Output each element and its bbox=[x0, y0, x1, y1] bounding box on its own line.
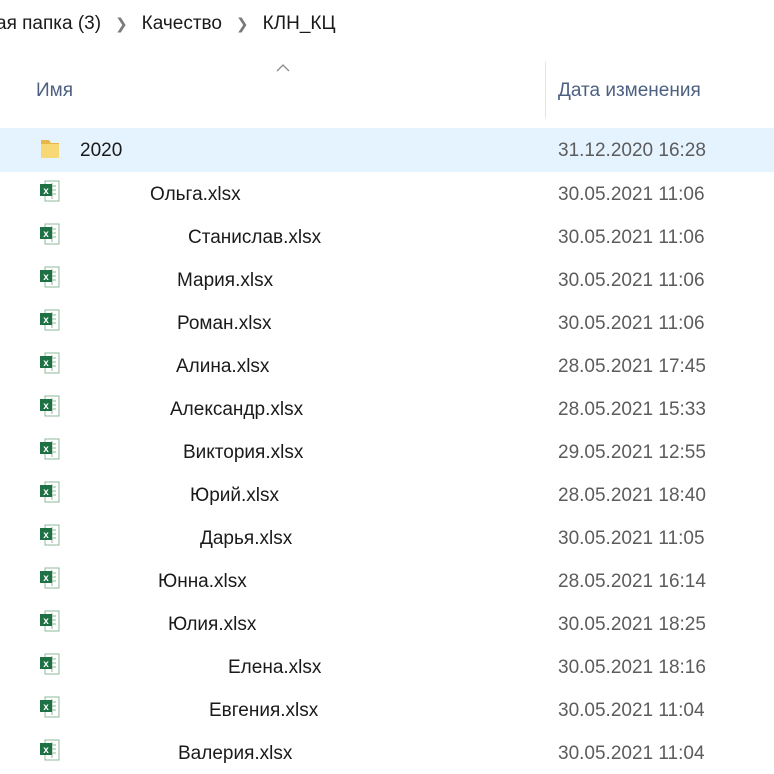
modified-date: 30.05.2021 18:25 bbox=[558, 614, 706, 635]
file-name: Дарья.xlsx bbox=[200, 528, 293, 549]
file-list: 2020 31.12.2020 16:28 x Ольга.xlsx 30.05.202… bbox=[0, 128, 774, 774]
svg-text:x: x bbox=[43, 530, 49, 541]
file-row[interactable]: x Ольга.xlsx 30.05.2021 11:06 bbox=[0, 172, 774, 215]
modified-date: 29.05.2021 12:55 bbox=[558, 442, 706, 463]
file-name: Валерия.xlsx bbox=[178, 743, 293, 764]
modified-date: 30.05.2021 11:06 bbox=[558, 184, 705, 205]
excel-file-icon: x bbox=[36, 651, 64, 679]
excel-file-icon: x bbox=[36, 737, 64, 765]
excel-file-icon: x bbox=[36, 694, 64, 722]
file-row[interactable]: x Юнна.xlsx 28.05.2021 16:14 bbox=[0, 559, 774, 602]
svg-text:x: x bbox=[43, 358, 49, 369]
svg-text:x: x bbox=[43, 659, 49, 670]
column-divider[interactable] bbox=[545, 62, 546, 118]
svg-text:x: x bbox=[43, 745, 49, 756]
excel-file-icon: x bbox=[36, 608, 64, 636]
file-name: Мария.xlsx bbox=[177, 270, 274, 291]
file-name: Евгения.xlsx bbox=[209, 700, 319, 721]
file-row[interactable]: x Елена.xlsx 30.05.2021 18:16 bbox=[0, 645, 774, 688]
file-name: Юлия.xlsx bbox=[168, 614, 257, 635]
file-name: Ольга.xlsx bbox=[150, 184, 241, 205]
file-row[interactable]: x Евгения.xlsx 30.05.2021 11:04 bbox=[0, 688, 774, 731]
file-name: Елена.xlsx bbox=[228, 657, 322, 678]
column-header-date[interactable]: Дата изменения bbox=[558, 80, 701, 102]
file-name: Алина.xlsx bbox=[176, 356, 270, 377]
file-name: Роман.xlsx bbox=[177, 313, 272, 334]
svg-text:x: x bbox=[43, 573, 49, 584]
file-row[interactable]: x Мария.xlsx 30.05.2021 11:06 bbox=[0, 258, 774, 301]
excel-file-icon: x bbox=[36, 264, 64, 292]
file-name: Александр.xlsx bbox=[170, 399, 304, 420]
svg-text:x: x bbox=[43, 401, 49, 412]
file-name: Юрий.xlsx bbox=[190, 485, 279, 506]
file-name: Станислав.xlsx bbox=[188, 227, 322, 248]
excel-file-icon: x bbox=[36, 393, 64, 421]
modified-date: 30.05.2021 11:06 bbox=[558, 313, 705, 334]
file-row[interactable]: x Юрий.xlsx 28.05.2021 18:40 bbox=[0, 473, 774, 516]
column-header: Имя Дата изменения bbox=[0, 62, 774, 118]
breadcrumb-item[interactable]: КЛН_КЦ bbox=[261, 13, 338, 35]
file-row[interactable]: x Роман.xlsx 30.05.2021 11:06 bbox=[0, 301, 774, 344]
file-row[interactable]: x Дарья.xlsx 30.05.2021 11:05 bbox=[0, 516, 774, 559]
file-name: Виктория.xlsx bbox=[183, 442, 304, 463]
breadcrumb-item[interactable]: Качество bbox=[140, 13, 224, 35]
modified-date: 30.05.2021 11:05 bbox=[558, 528, 705, 549]
excel-file-icon: x bbox=[36, 565, 64, 593]
file-row[interactable]: x Юлия.xlsx 30.05.2021 18:25 bbox=[0, 602, 774, 645]
sort-ascending-icon bbox=[276, 64, 290, 72]
excel-file-icon: x bbox=[36, 522, 64, 550]
modified-date: 31.12.2020 16:28 bbox=[558, 140, 706, 161]
file-row[interactable]: x Александр.xlsx 28.05.2021 15:33 bbox=[0, 387, 774, 430]
svg-text:x: x bbox=[43, 186, 49, 197]
svg-text:x: x bbox=[43, 229, 49, 240]
excel-file-icon: x bbox=[36, 221, 64, 249]
file-row[interactable]: x Виктория.xlsx 29.05.2021 12:55 bbox=[0, 430, 774, 473]
chevron-right-icon[interactable]: ❯ bbox=[236, 15, 249, 33]
file-row[interactable]: x Валерия.xlsx 30.05.2021 11:04 bbox=[0, 731, 774, 774]
svg-text:x: x bbox=[43, 702, 49, 713]
excel-file-icon: x bbox=[36, 178, 64, 206]
modified-date: 30.05.2021 18:16 bbox=[558, 657, 706, 678]
modified-date: 28.05.2021 16:14 bbox=[558, 571, 706, 592]
file-row[interactable]: x Станислав.xlsx 30.05.2021 11:06 bbox=[0, 215, 774, 258]
modified-date: 30.05.2021 11:04 bbox=[558, 700, 705, 721]
folder-row[interactable]: 2020 31.12.2020 16:28 bbox=[0, 128, 774, 172]
svg-text:x: x bbox=[43, 444, 49, 455]
svg-text:x: x bbox=[43, 487, 49, 498]
modified-date: 30.05.2021 11:06 bbox=[558, 227, 705, 248]
modified-date: 30.05.2021 11:06 bbox=[558, 270, 705, 291]
excel-file-icon: x bbox=[36, 479, 64, 507]
modified-date: 28.05.2021 17:45 bbox=[558, 356, 706, 377]
file-name: 2020 bbox=[80, 140, 123, 161]
svg-text:x: x bbox=[43, 616, 49, 627]
column-header-name[interactable]: Имя bbox=[36, 80, 73, 102]
modified-date: 30.05.2021 11:04 bbox=[558, 743, 705, 764]
excel-file-icon: x bbox=[36, 350, 64, 378]
folder-icon bbox=[36, 134, 64, 162]
chevron-right-icon[interactable]: ❯ bbox=[115, 15, 128, 33]
breadcrumb: ая папка (3) ❯ Качество ❯ КЛН_КЦ bbox=[0, 0, 774, 48]
file-row[interactable]: x Алина.xlsx 28.05.2021 17:45 bbox=[0, 344, 774, 387]
file-name: Юнна.xlsx bbox=[158, 571, 247, 592]
modified-date: 28.05.2021 18:40 bbox=[558, 485, 706, 506]
svg-text:x: x bbox=[43, 272, 49, 283]
svg-text:x: x bbox=[43, 315, 49, 326]
breadcrumb-item[interactable]: ая папка (3) bbox=[0, 13, 103, 35]
excel-file-icon: x bbox=[36, 307, 64, 335]
modified-date: 28.05.2021 15:33 bbox=[558, 399, 706, 420]
excel-file-icon: x bbox=[36, 436, 64, 464]
